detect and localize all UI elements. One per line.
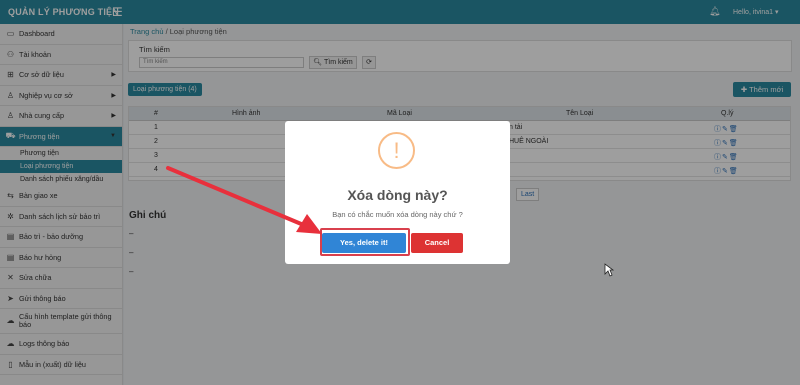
annotation-arrow bbox=[166, 166, 322, 234]
mouse-cursor-icon bbox=[604, 263, 614, 277]
